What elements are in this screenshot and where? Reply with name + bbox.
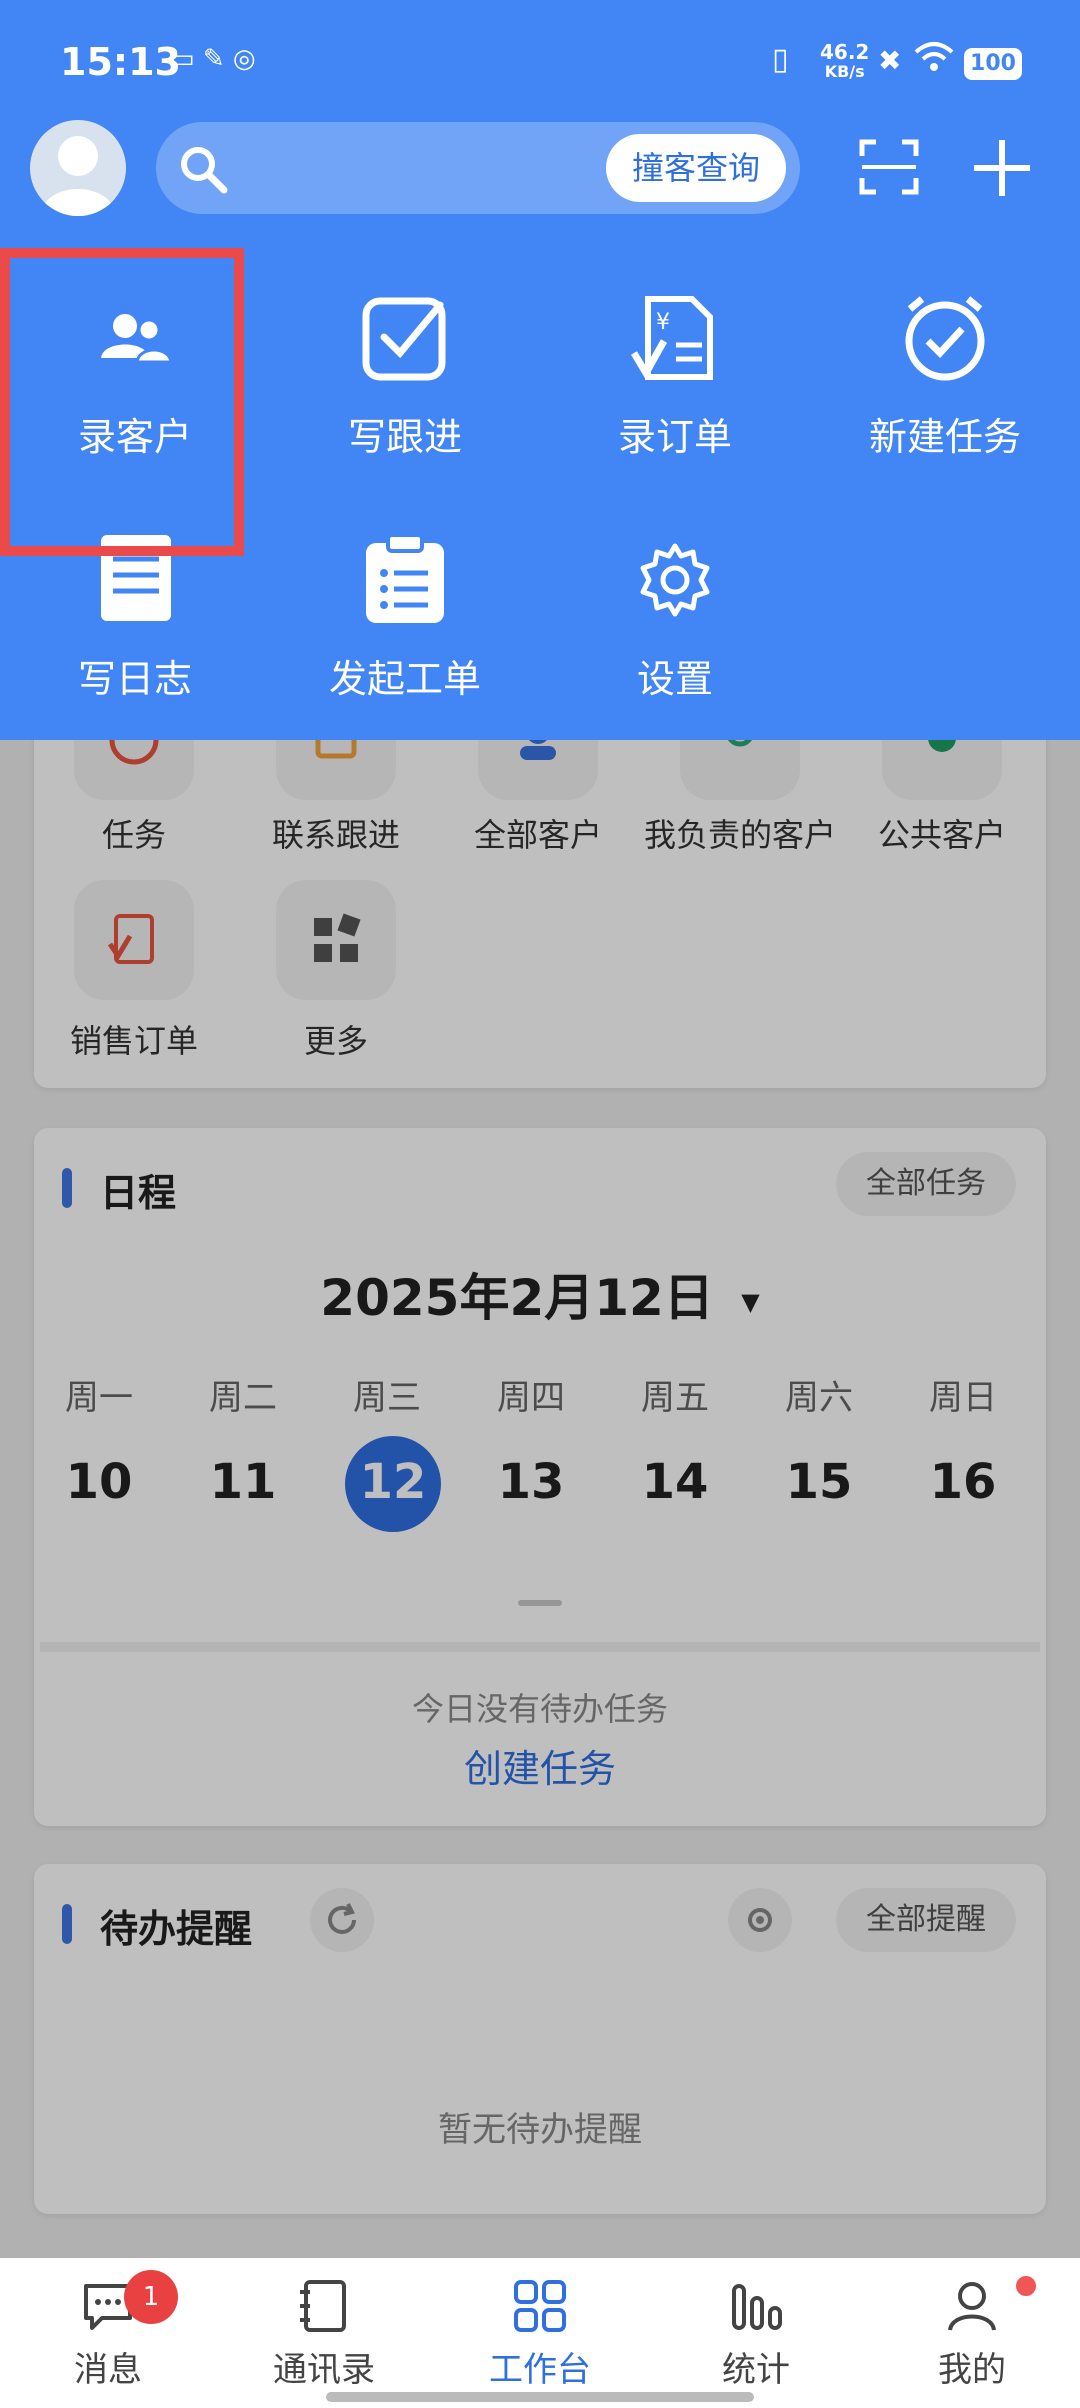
alarm-icon	[890, 288, 1000, 388]
action-label: 新建任务	[868, 415, 1021, 459]
notification-icons: ▭ ✎ ◎	[170, 44, 256, 74]
status-time: 15:13	[60, 40, 181, 84]
unread-badge: 1	[124, 2270, 178, 2324]
search-icon	[181, 147, 228, 194]
action-add-order[interactable]: ¥ 录订单	[540, 288, 810, 461]
clipboard-icon	[350, 530, 460, 630]
contacts-icon	[292, 2274, 356, 2338]
nav-item-me[interactable]: 我的	[864, 2258, 1080, 2408]
action-new-task[interactable]: 新建任务	[810, 288, 1080, 461]
nav-item-workbench[interactable]: 工作台	[432, 2258, 648, 2408]
action-label: 录订单	[617, 415, 732, 459]
action-label: 设置	[636, 657, 713, 701]
order-icon: ¥	[620, 288, 730, 388]
nav-label-stats: 统计	[722, 2350, 790, 2390]
no-sim-icon: ✖	[878, 44, 902, 77]
nav-label-me: 我的	[938, 2350, 1006, 2390]
lookup-button[interactable]: 撞客查询	[606, 134, 786, 202]
avatar[interactable]	[30, 120, 126, 216]
dim-overlay[interactable]	[0, 740, 1080, 2258]
svg-text:¥: ¥	[656, 310, 670, 335]
action-settings[interactable]: 设置	[540, 530, 810, 703]
plus-icon[interactable]	[970, 136, 1034, 204]
net-speed-unit: KB/s	[824, 62, 865, 81]
action-label: 发起工单	[328, 657, 481, 701]
quick-action-panel: 15:13 ▭ ✎ ◎ ▯ 46.2 KB/s ✖ 100 撞客查询 录客户 写…	[0, 0, 1080, 740]
action-create-ticket[interactable]: 发起工单	[270, 530, 540, 703]
action-label: 写跟进	[347, 415, 462, 459]
notification-dot	[1012, 2272, 1040, 2300]
nav-item-contacts[interactable]: 通讯录	[216, 2258, 432, 2408]
net-speed-value: 46.2	[820, 40, 870, 64]
grid-icon	[508, 2274, 572, 2338]
home-indicator[interactable]	[326, 2392, 754, 2402]
person-icon	[940, 2274, 1004, 2338]
nav-item-messages[interactable]: 消息 1	[0, 2258, 216, 2408]
wifi-icon	[914, 40, 954, 82]
stats-icon	[724, 2274, 788, 2338]
action-write-followup[interactable]: 写跟进	[270, 288, 540, 461]
highlight-box	[0, 248, 244, 556]
vibrate-icon: ▯	[772, 42, 789, 77]
action-label: 写日志	[77, 657, 192, 701]
nav-label-messages: 消息	[74, 2350, 142, 2390]
battery-icon: 100	[964, 48, 1022, 80]
nav-label-contacts: 通讯录	[273, 2350, 375, 2390]
net-speed: 46.2 KB/s	[820, 42, 869, 82]
nav-item-stats[interactable]: 统计	[648, 2258, 864, 2408]
gear-icon	[620, 530, 730, 630]
checkbox-icon	[350, 288, 460, 388]
bottom-nav: 消息 1 通讯录 工作台 统计 我的	[0, 2258, 1080, 2408]
nav-label-workbench: 工作台	[489, 2350, 591, 2390]
scan-icon[interactable]	[858, 136, 920, 202]
